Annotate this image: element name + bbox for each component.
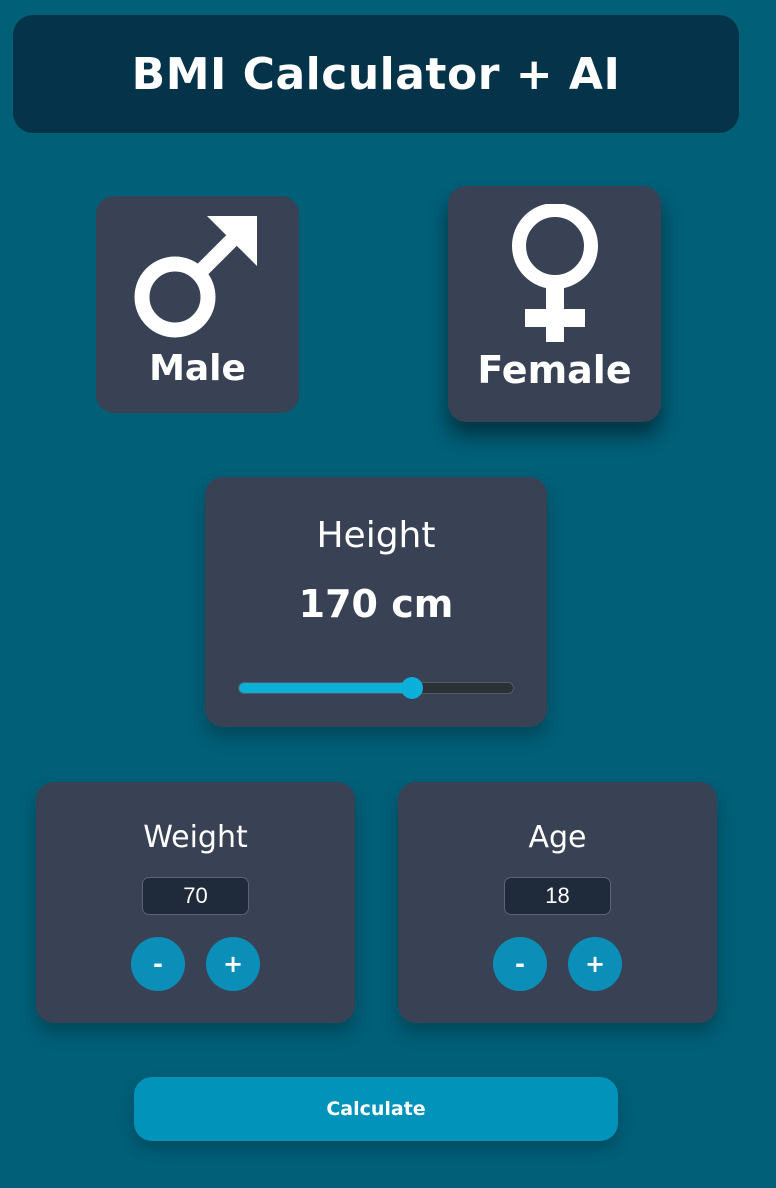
weight-title: Weight: [143, 820, 248, 855]
weight-increment-button[interactable]: +: [206, 937, 260, 991]
female-label: Female: [477, 348, 632, 392]
calculate-button[interactable]: Calculate: [134, 1077, 618, 1141]
weight-buttons: - +: [36, 937, 355, 991]
male-option[interactable]: Male: [96, 196, 299, 413]
height-slider[interactable]: [238, 677, 514, 699]
weight-input[interactable]: [142, 877, 249, 915]
height-value: 170 cm: [298, 582, 454, 626]
age-increment-button[interactable]: +: [568, 937, 622, 991]
male-label: Male: [149, 348, 246, 389]
female-symbol-icon: [511, 204, 598, 342]
app-header: BMI Calculator + AI: [13, 15, 739, 133]
male-symbol-icon: [134, 216, 257, 338]
age-buttons: - +: [398, 937, 717, 991]
age-card: Age - +: [398, 782, 717, 1023]
weight-decrement-button[interactable]: -: [131, 937, 185, 991]
weight-card: Weight - +: [36, 782, 355, 1023]
height-card: Height 170 cm: [205, 477, 547, 727]
age-input[interactable]: [504, 877, 611, 915]
height-slider-thumb[interactable]: [400, 677, 423, 699]
page-title: BMI Calculator + AI: [131, 48, 621, 100]
age-title: Age: [528, 820, 587, 855]
age-decrement-button[interactable]: -: [493, 937, 547, 991]
height-title: Height: [316, 515, 436, 556]
height-slider-fill: [239, 683, 412, 693]
female-option[interactable]: Female: [448, 186, 661, 422]
